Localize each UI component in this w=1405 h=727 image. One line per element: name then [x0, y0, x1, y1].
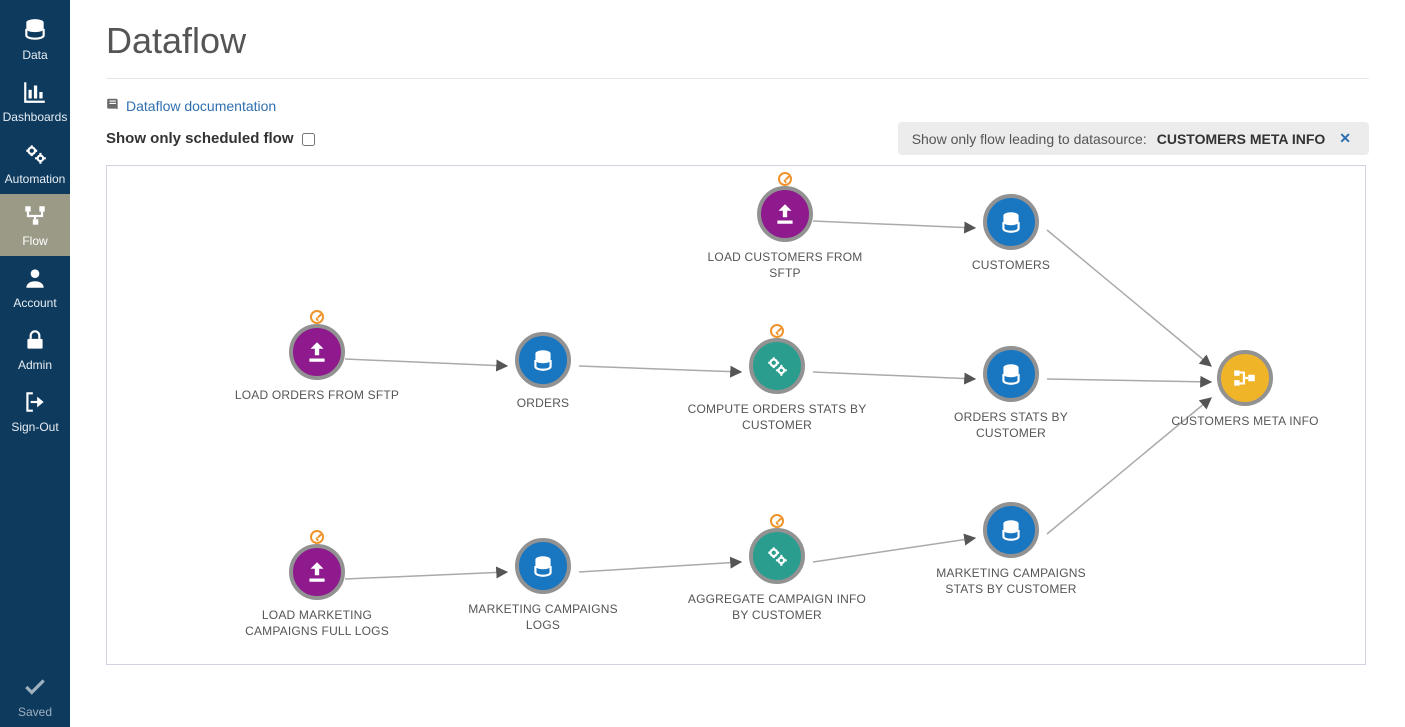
- sidebar-item-admin[interactable]: Admin: [0, 318, 70, 380]
- saved-label: Saved: [18, 705, 52, 719]
- scheduled-flow-toggle[interactable]: Show only scheduled flow: [106, 130, 315, 147]
- filter-target-name: CUSTOMERS META INFO: [1157, 131, 1326, 147]
- node-marketing-logs[interactable]: MARKETING CAMPAIGNS LOGS: [453, 538, 633, 633]
- scheduled-flow-label: Show only scheduled flow: [106, 130, 294, 147]
- node-label: CUSTOMERS: [972, 258, 1050, 274]
- sidebar-item-label: Dashboards: [3, 110, 68, 124]
- book-icon: [106, 97, 120, 114]
- clock-icon: [770, 514, 784, 528]
- node-marketing-stats[interactable]: MARKETING CAMPAIGNS STATS BY CUSTOMER: [921, 502, 1101, 597]
- scheduled-flow-checkbox[interactable]: [302, 133, 315, 146]
- page-title: Dataflow: [106, 20, 1369, 62]
- sidebar-item-data[interactable]: Data: [0, 8, 70, 70]
- clock-icon: [310, 310, 324, 324]
- sidebar-item-label: Sign-Out: [11, 420, 58, 434]
- sidebar-saved-indicator: Saved: [0, 665, 70, 727]
- node-label: LOAD MARKETING CAMPAIGNS FULL LOGS: [227, 608, 407, 639]
- node-label: LOAD ORDERS FROM SFTP: [235, 388, 399, 404]
- node-customers-meta-info[interactable]: CUSTOMERS META INFO: [1155, 350, 1335, 430]
- sidebar: Data Dashboards Automation Flow Account: [0, 0, 70, 727]
- gears-icon: [749, 528, 805, 584]
- sidebar-item-label: Account: [13, 296, 56, 310]
- upload-icon: [289, 324, 345, 380]
- clock-icon: [310, 530, 324, 544]
- node-aggregate-campaign[interactable]: AGGREGATE CAMPAIGN INFO BY CUSTOMER: [687, 528, 867, 623]
- node-orders-stats[interactable]: ORDERS STATS BY CUSTOMER: [921, 346, 1101, 441]
- node-label: AGGREGATE CAMPAIGN INFO BY CUSTOMER: [687, 592, 867, 623]
- flow-canvas[interactable]: LOAD CUSTOMERS FROM SFTP CUSTOMERS LOAD …: [106, 165, 1366, 665]
- node-compute-orders-stats[interactable]: COMPUTE ORDERS STATS BY CUSTOMER: [687, 338, 867, 433]
- filter-clear-button[interactable]: ✕: [1335, 130, 1355, 147]
- lock-icon: [21, 326, 49, 354]
- signout-icon: [21, 388, 49, 416]
- node-label: ORDERS: [517, 396, 570, 412]
- database-icon: [983, 194, 1039, 250]
- clock-icon: [778, 172, 792, 186]
- upload-icon: [757, 186, 813, 242]
- check-icon: [21, 673, 49, 701]
- database-icon: [983, 346, 1039, 402]
- clock-icon: [770, 324, 784, 338]
- documentation-link[interactable]: Dataflow documentation: [126, 98, 276, 114]
- node-load-marketing-logs[interactable]: LOAD MARKETING CAMPAIGNS FULL LOGS: [227, 544, 407, 639]
- gears-icon: [21, 140, 49, 168]
- sidebar-item-label: Data: [22, 48, 47, 62]
- sidebar-item-signout[interactable]: Sign-Out: [0, 380, 70, 442]
- node-load-customers-sftp[interactable]: LOAD CUSTOMERS FROM SFTP: [695, 186, 875, 281]
- sidebar-item-label: Automation: [5, 172, 66, 186]
- flow-target-icon: [1217, 350, 1273, 406]
- database-icon: [21, 16, 49, 44]
- gears-icon: [749, 338, 805, 394]
- main-content: Dataflow Dataflow documentation Show onl…: [70, 0, 1405, 727]
- database-icon: [515, 332, 571, 388]
- sidebar-item-automation[interactable]: Automation: [0, 132, 70, 194]
- datasource-filter-pill: Show only flow leading to datasource: CU…: [898, 122, 1369, 155]
- node-label: MARKETING CAMPAIGNS LOGS: [453, 602, 633, 633]
- node-label: MARKETING CAMPAIGNS STATS BY CUSTOMER: [921, 566, 1101, 597]
- doc-link-row: Dataflow documentation: [106, 97, 1369, 114]
- node-label: CUSTOMERS META INFO: [1171, 414, 1318, 430]
- divider: [106, 78, 1369, 79]
- filter-prefix-text: Show only flow leading to datasource:: [912, 131, 1147, 147]
- node-orders[interactable]: ORDERS: [453, 332, 633, 412]
- database-icon: [983, 502, 1039, 558]
- user-icon: [21, 264, 49, 292]
- flow-icon: [21, 202, 49, 230]
- sidebar-item-account[interactable]: Account: [0, 256, 70, 318]
- database-icon: [515, 538, 571, 594]
- sidebar-item-label: Flow: [22, 234, 47, 248]
- node-customers[interactable]: CUSTOMERS: [921, 194, 1101, 274]
- node-load-orders-sftp[interactable]: LOAD ORDERS FROM SFTP: [227, 324, 407, 404]
- chart-icon: [21, 78, 49, 106]
- node-label: LOAD CUSTOMERS FROM SFTP: [695, 250, 875, 281]
- sidebar-item-dashboards[interactable]: Dashboards: [0, 70, 70, 132]
- node-label: ORDERS STATS BY CUSTOMER: [921, 410, 1101, 441]
- sidebar-item-label: Admin: [18, 358, 52, 372]
- upload-icon: [289, 544, 345, 600]
- node-label: COMPUTE ORDERS STATS BY CUSTOMER: [687, 402, 867, 433]
- sidebar-item-flow[interactable]: Flow: [0, 194, 70, 256]
